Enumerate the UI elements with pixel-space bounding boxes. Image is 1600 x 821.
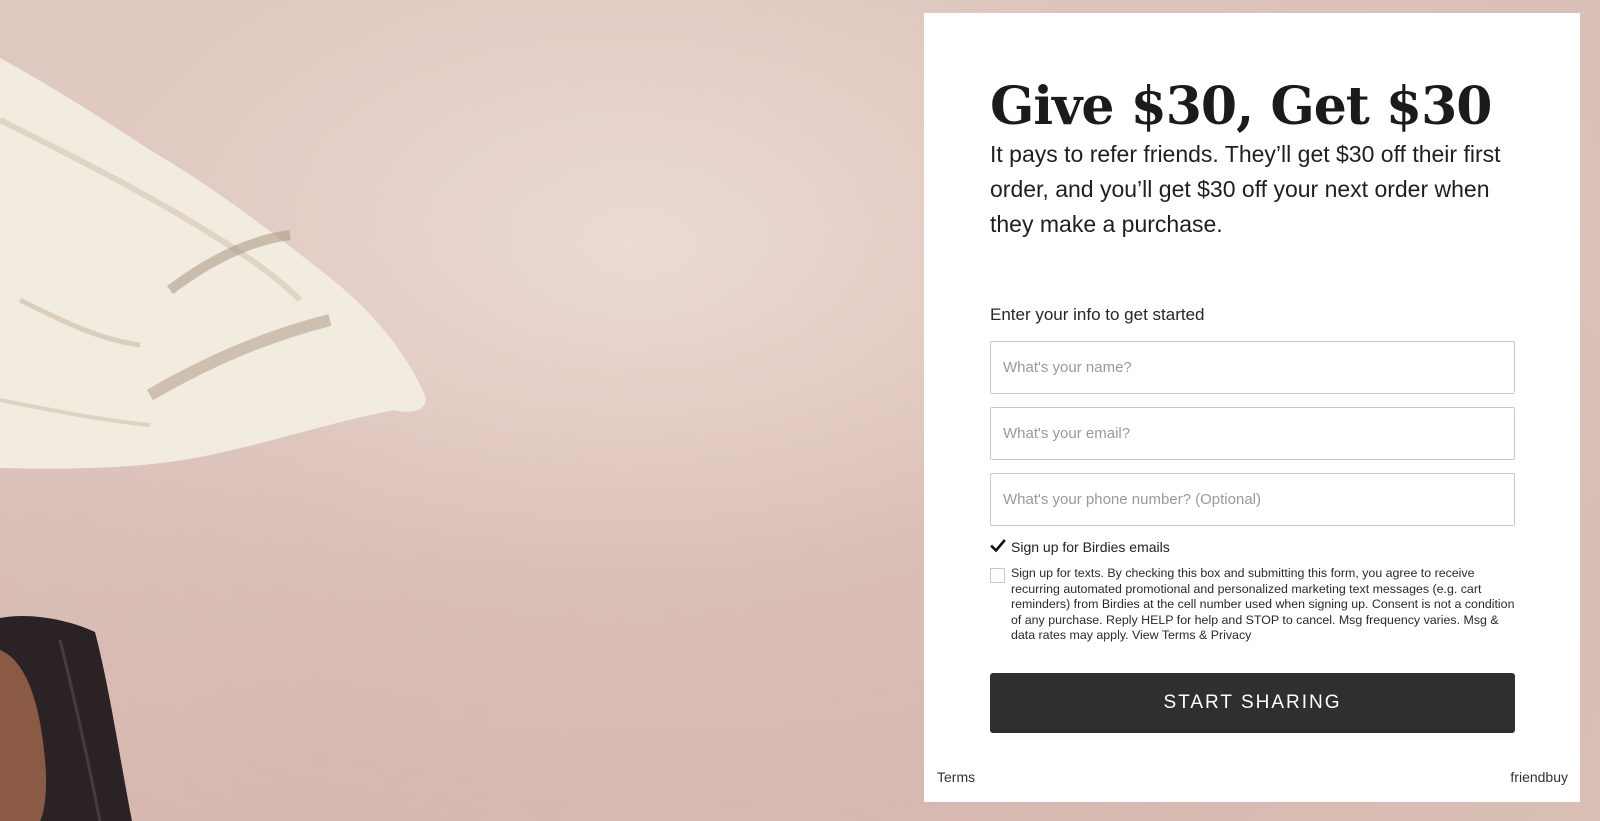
email-optin-row[interactable]: Sign up for Birdies emails: [990, 537, 1170, 557]
sms-optin-checkbox[interactable]: [990, 568, 1005, 583]
sms-optin-row[interactable]: Sign up for texts. By checking this box …: [990, 566, 1520, 644]
page-title: Give $30, Get $30: [990, 76, 1492, 137]
friendbuy-link[interactable]: friendbuy: [1510, 769, 1568, 785]
form-intro-label: Enter your info to get started: [990, 305, 1205, 324]
email-optin-label: Sign up for Birdies emails: [1011, 539, 1170, 555]
page-subtitle: It pays to refer friends. They’ll get $3…: [990, 141, 1501, 237]
email-optin-checkbox[interactable]: [990, 539, 1006, 554]
phone-field[interactable]: [990, 473, 1515, 526]
checkmark-icon: [990, 539, 1006, 553]
email-field[interactable]: [990, 407, 1515, 460]
sms-optin-label: Sign up for texts. By checking this box …: [1011, 566, 1515, 643]
name-field[interactable]: [990, 341, 1515, 394]
referral-card: Give $30, Get $30 It pays to refer frien…: [924, 13, 1580, 802]
terms-link[interactable]: Terms: [937, 769, 975, 785]
start-sharing-button[interactable]: START SHARING: [990, 673, 1515, 733]
